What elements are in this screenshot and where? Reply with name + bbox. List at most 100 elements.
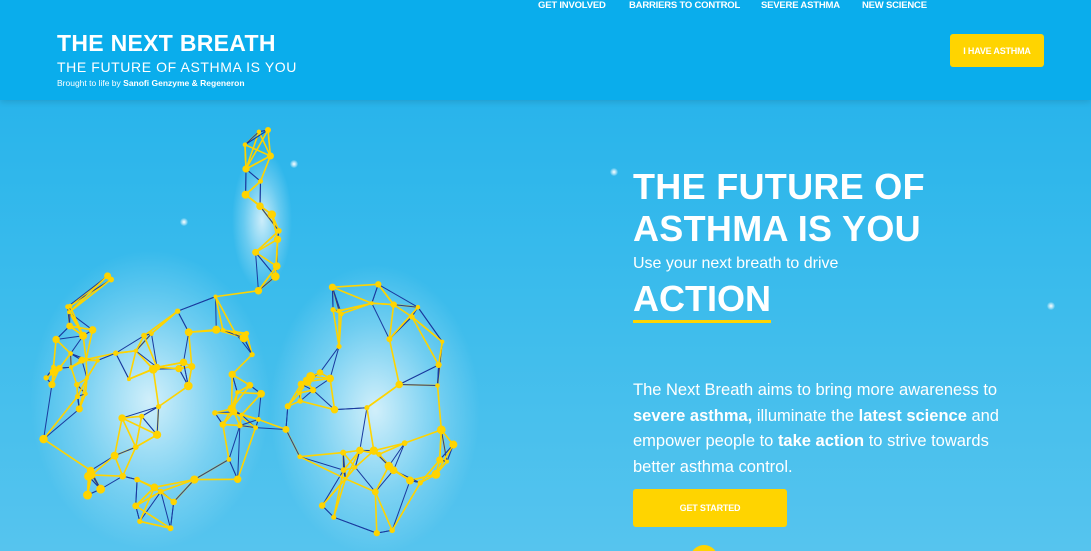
i-have-asthma-button[interactable]: I HAVE ASTHMA (950, 34, 1044, 67)
lung-network-node (436, 456, 444, 464)
lung-network-node (435, 361, 442, 369)
lung-network-node (66, 322, 74, 330)
hero-title-line2: ASTHMA IS YOU (633, 208, 921, 249)
nav-barriers-to-control[interactable]: BARRIERS TO CONTROL (629, 0, 740, 11)
attribution-brand: Sanofi Genzyme & Regeneron (123, 78, 245, 88)
desc-text-1: The Next Breath aims to bring more aware… (633, 381, 998, 399)
lung-network-node (326, 374, 334, 383)
lung-network-node (139, 413, 145, 419)
lung-network-node (153, 430, 162, 439)
lung-network-node (306, 371, 316, 381)
lung-network-node (235, 390, 240, 395)
lung-network-node (371, 488, 379, 496)
lung-network-node (239, 333, 249, 343)
hero-title-line1: THE FUTURE OF (633, 166, 925, 207)
lung-network-node (340, 467, 347, 473)
lung-network-node (95, 358, 100, 363)
lung-network-node (48, 380, 56, 389)
lung-network-line (85, 359, 88, 379)
lung-network-node (256, 129, 262, 134)
lung-network-node (356, 446, 364, 455)
lung-network-node (112, 350, 119, 356)
attribution-prefix: Brought to life by (57, 78, 124, 88)
lung-network-node (96, 484, 106, 494)
lung-network-node (39, 434, 48, 444)
lung-network-node (226, 457, 232, 462)
lung-network-node (75, 405, 83, 413)
hero-action-word: ACTION (633, 280, 771, 323)
desc-text-2: illuminate the (752, 406, 859, 425)
logo-title: THE NEXT BREATH (57, 30, 276, 56)
lung-network-node (212, 410, 218, 416)
lung-network-node (343, 476, 348, 481)
hero-subtitle: Use your next breath to drive (633, 255, 839, 272)
lung-network-node (390, 301, 397, 308)
lung-network-node (265, 127, 271, 133)
lung-network-node (132, 502, 140, 510)
lungs-network-icon (0, 100, 560, 551)
lung-network-node (83, 490, 93, 500)
lung-network-node (241, 190, 250, 199)
lung-network-node (258, 178, 263, 184)
lung-network-node (353, 465, 358, 470)
lung-network-node (213, 294, 218, 299)
desc-bold-latest-science: latest science (858, 406, 967, 425)
site-logo[interactable]: THE NEXT BREATH THE FUTURE OF ASTHMA IS … (57, 32, 297, 89)
lung-network-node (340, 449, 347, 456)
lung-network-node (436, 425, 446, 435)
nav-new-science[interactable]: NEW SCIENCE (862, 0, 927, 11)
desc-bold-severe-asthma: severe asthma, (633, 406, 753, 425)
sparkle (290, 160, 298, 168)
logo-attribution: Brought to life by Sanofi Genzyme & Rege… (57, 77, 297, 89)
nav-severe-asthma[interactable]: SEVERE ASTHMA (761, 0, 840, 11)
nav-get-involved[interactable]: GET INVOLVED (538, 0, 606, 11)
hero-description: The Next Breath aims to bring more aware… (633, 378, 1013, 480)
lung-network-node (256, 416, 261, 422)
get-started-button[interactable]: GET STARTED (633, 489, 787, 527)
lung-network-node (104, 272, 112, 280)
lung-network-node (266, 152, 274, 160)
lung-network-node (149, 331, 154, 336)
lung-network-node (88, 326, 97, 334)
lung-network-node (51, 364, 56, 370)
lung-network-node (273, 235, 282, 244)
lung-network-node (179, 358, 188, 367)
hero: THE FUTURE OF ASTHMA IS YOU Use your nex… (633, 166, 1073, 323)
lung-network-node (330, 405, 339, 414)
lung-network-node (257, 389, 265, 398)
lung-network-node (375, 281, 382, 288)
lung-network-node (267, 210, 276, 219)
lung-network-node (137, 518, 143, 525)
scroll-indicator[interactable] (690, 545, 718, 551)
lung-network-node (167, 525, 174, 532)
lung-network-node (153, 363, 161, 371)
lung-network-node (174, 308, 181, 314)
lung-network-node (395, 380, 403, 389)
lung-network-node (316, 369, 324, 376)
sparkle (610, 168, 618, 176)
lung-network-node (68, 365, 74, 370)
lung-network-node (249, 351, 255, 358)
lung-network-node (134, 476, 140, 483)
lung-network-node (175, 365, 183, 373)
lung-network-node (233, 475, 242, 484)
lung-network-node (141, 332, 147, 339)
lung-network-node (242, 165, 250, 173)
lung-network-node (227, 404, 236, 413)
lung-network-node (84, 376, 90, 381)
lung-network-node (184, 381, 193, 391)
lung-network-node (415, 304, 421, 310)
lung-network-node (330, 307, 336, 313)
desc-bold-take-action: take action (777, 432, 865, 450)
lung-network-node (389, 527, 395, 534)
lung-network-node (417, 480, 423, 486)
hero-title: THE FUTURE OF ASTHMA IS YOU (633, 166, 1073, 250)
lung-network-node (254, 286, 263, 295)
lung-network-node (86, 466, 95, 475)
lung-network-node (271, 272, 280, 281)
lung-network-node (170, 498, 177, 506)
lung-network-node (232, 330, 238, 335)
lung-network-node (157, 488, 164, 495)
lung-network-node (68, 351, 73, 356)
site-header: THE NEXT BREATH THE FUTURE OF ASTHMA IS … (0, 0, 1091, 100)
